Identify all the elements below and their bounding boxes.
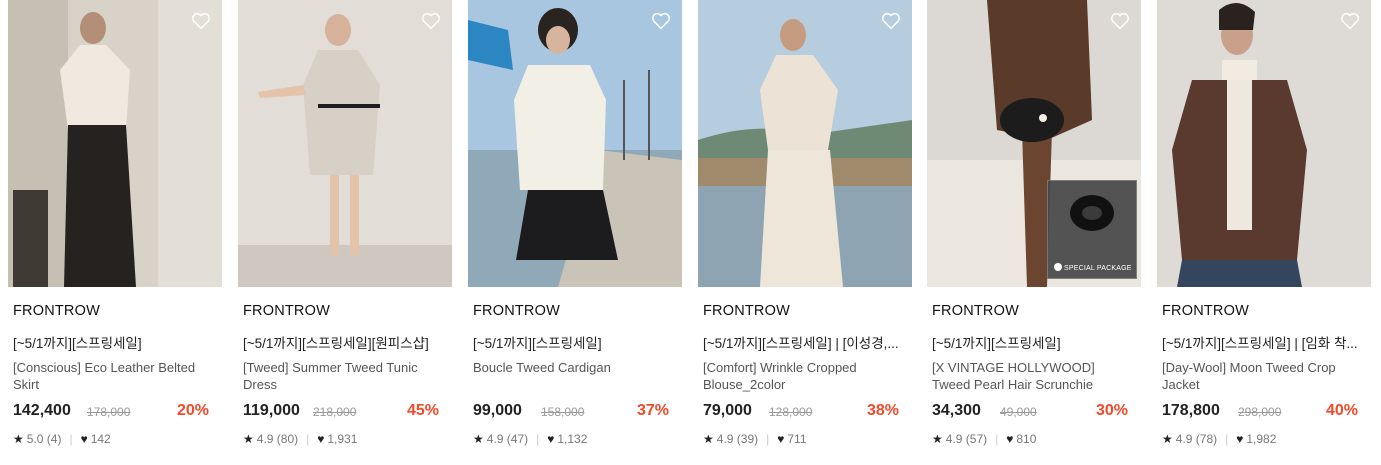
likes-count: 810 (1016, 432, 1037, 446)
original-price: 49,000 (1000, 405, 1037, 419)
original-price: 178,000 (87, 405, 131, 419)
product-brand[interactable]: FRONTROW (1162, 303, 1249, 319)
product-promo[interactable]: [~5/1까지][스프링세일] (13, 332, 213, 352)
product-stats: ★ 5.0 (4) | ♥ 142 (13, 432, 111, 446)
original-price: 218,000 (313, 405, 357, 419)
rating-text: 4.9 (80) (256, 432, 299, 446)
discount-rate: 30% (1095, 402, 1128, 419)
product-card[interactable]: FRONTROW [~5/1까지][스프링세일] Boucle Tweed Ca… (460, 0, 682, 465)
likes-count: 1,931 (327, 432, 358, 446)
product-stats: ★ 4.9 (47) | ♥ 1,132 (473, 432, 587, 446)
product-price: 142,400 (13, 402, 71, 419)
product-promo[interactable]: [~5/1까지][스프링세일][원피스샵] (243, 332, 443, 352)
product-name[interactable]: Boucle Tweed Cardigan (473, 359, 673, 376)
divider: | (536, 432, 540, 446)
badge-text: SPECIAL PACKAGE (1064, 265, 1132, 272)
wishlist-heart-icon[interactable] (1109, 10, 1131, 32)
product-name[interactable]: [Tweed] Summer Tweed Tunic Dress (243, 359, 443, 393)
product-stats: ★ 4.9 (39) | ♥ 711 (703, 432, 807, 446)
rating-text: 4.9 (47) (486, 432, 529, 446)
special-package-badge: SPECIAL PACKAGE (1047, 180, 1137, 279)
discount-rate: 38% (866, 402, 899, 419)
product-price: 79,000 (703, 402, 752, 419)
star-icon: ★ (932, 432, 943, 446)
divider: | (69, 432, 73, 446)
discount-rate: 37% (636, 402, 669, 419)
product-name[interactable]: [X VINTAGE HOLLYWOOD] Tweed Pearl Hair S… (932, 359, 1132, 393)
wishlist-heart-icon[interactable] (420, 10, 442, 32)
star-icon: ★ (473, 432, 484, 446)
product-image[interactable] (238, 0, 452, 287)
product-image[interactable]: SPECIAL PACKAGE (927, 0, 1141, 287)
product-card[interactable]: SPECIAL PACKAGE FRONTROW [~5/1까지][스프링세일]… (919, 0, 1141, 465)
product-promo[interactable]: [~5/1까지][스프링세일] | [이성경,... (703, 332, 903, 352)
product-promo[interactable]: [~5/1까지][스프링세일] (473, 332, 673, 352)
heart-filled-icon: ♥ (1006, 432, 1014, 446)
star-icon: ★ (243, 432, 254, 446)
original-price: 298,000 (1238, 405, 1282, 419)
package-dot-icon (1054, 263, 1062, 271)
heart-filled-icon: ♥ (547, 432, 555, 446)
heart-filled-icon: ♥ (317, 432, 325, 446)
star-icon: ★ (1162, 432, 1173, 446)
product-price: 119,000 (243, 402, 300, 419)
rating-text: 5.0 (4) (26, 432, 62, 446)
rating-text: 4.9 (57) (945, 432, 988, 446)
product-price: 99,000 (473, 402, 522, 419)
heart-filled-icon: ♥ (80, 432, 88, 446)
discount-rate: 40% (1325, 402, 1358, 419)
product-price: 34,300 (932, 402, 981, 419)
likes-count: 142 (90, 432, 111, 446)
star-icon: ★ (703, 432, 714, 446)
product-image[interactable] (468, 0, 682, 287)
wishlist-heart-icon[interactable] (190, 10, 212, 32)
original-price: 158,000 (541, 405, 585, 419)
discount-rate: 20% (176, 402, 209, 419)
rating-text: 4.9 (39) (716, 432, 759, 446)
divider: | (306, 432, 310, 446)
product-promo[interactable]: [~5/1까지][스프링세일] | [임화 착... (1162, 332, 1362, 352)
wishlist-heart-icon[interactable] (650, 10, 672, 32)
wishlist-heart-icon[interactable] (880, 10, 902, 32)
product-image[interactable] (8, 0, 222, 287)
heart-filled-icon: ♥ (1236, 432, 1244, 446)
product-name[interactable]: [Comfort] Wrinkle Cropped Blouse_2color (703, 359, 903, 393)
product-name[interactable]: [Conscious] Eco Leather Belted Skirt (13, 359, 213, 393)
product-card[interactable]: FRONTROW [~5/1까지][스프링세일] [Conscious] Eco… (0, 0, 222, 465)
product-brand[interactable]: FRONTROW (473, 303, 560, 319)
product-brand[interactable]: FRONTROW (243, 303, 330, 319)
product-promo[interactable]: [~5/1까지][스프링세일] (932, 332, 1132, 352)
product-name[interactable]: [Day-Wool] Moon Tweed Crop Jacket (1162, 359, 1362, 393)
product-card[interactable]: FRONTROW [~5/1까지][스프링세일] | [임화 착... [Day… (1149, 0, 1371, 465)
product-grid: FRONTROW [~5/1까지][스프링세일] [Conscious] Eco… (0, 0, 1381, 465)
likes-count: 1,132 (557, 432, 588, 446)
product-brand[interactable]: FRONTROW (932, 303, 1019, 319)
divider: | (766, 432, 770, 446)
product-brand[interactable]: FRONTROW (13, 303, 100, 319)
original-price: 128,000 (769, 405, 813, 419)
product-stats: ★ 4.9 (57) | ♥ 810 (932, 432, 1036, 446)
wishlist-heart-icon[interactable] (1339, 10, 1361, 32)
product-brand[interactable]: FRONTROW (703, 303, 790, 319)
likes-count: 1,982 (1246, 432, 1277, 446)
divider: | (1225, 432, 1229, 446)
product-card[interactable]: FRONTROW [~5/1까지][스프링세일][원피스샵] [Tweed] S… (230, 0, 452, 465)
star-icon: ★ (13, 432, 24, 446)
likes-count: 711 (787, 432, 807, 446)
product-price: 178,800 (1162, 402, 1220, 419)
product-image[interactable] (1157, 0, 1371, 287)
discount-rate: 45% (406, 402, 439, 419)
divider: | (995, 432, 999, 446)
product-image[interactable] (698, 0, 912, 287)
product-stats: ★ 4.9 (80) | ♥ 1,931 (243, 432, 357, 446)
rating-text: 4.9 (78) (1175, 432, 1218, 446)
heart-filled-icon: ♥ (777, 432, 785, 446)
product-stats: ★ 4.9 (78) | ♥ 1,982 (1162, 432, 1276, 446)
product-card[interactable]: FRONTROW [~5/1까지][스프링세일] | [이성경,... [Com… (690, 0, 912, 465)
